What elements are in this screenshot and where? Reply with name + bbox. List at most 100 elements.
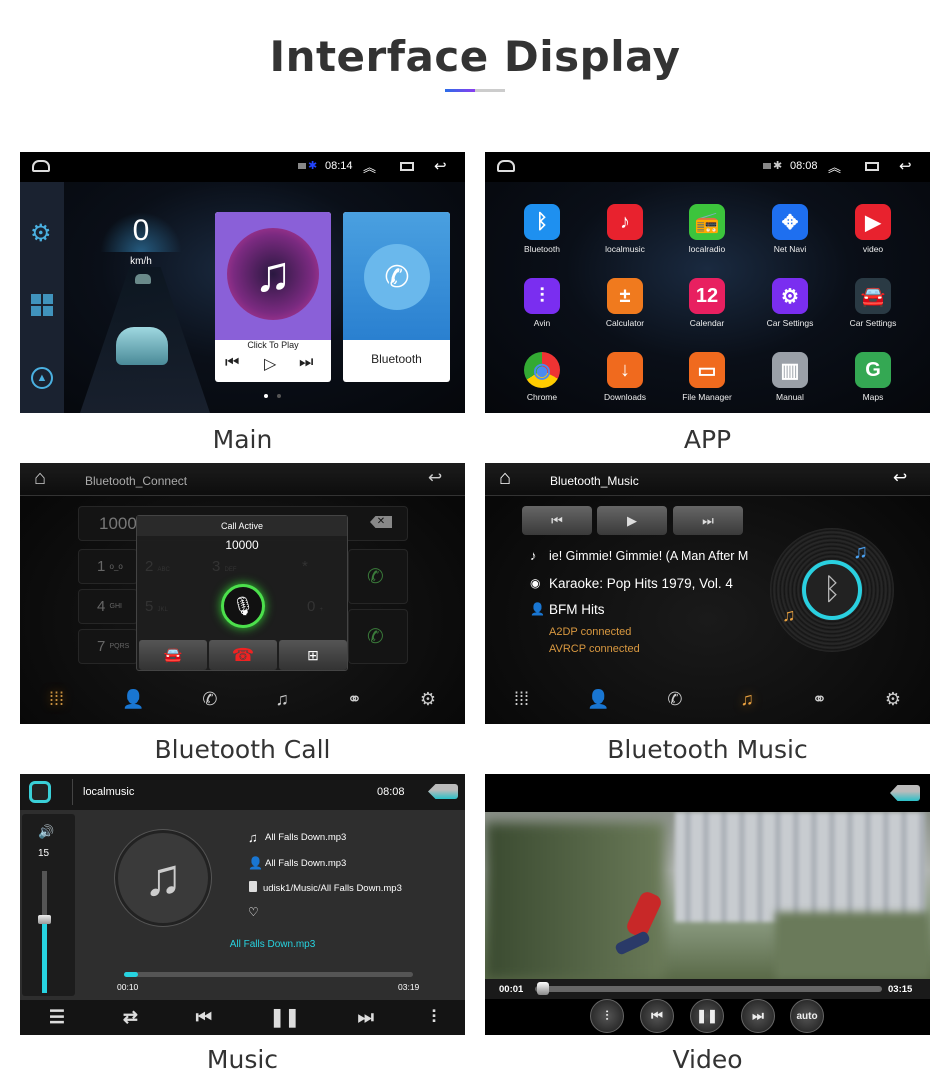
blue-note-icon: ♫ <box>853 541 868 563</box>
volume-fill <box>42 919 47 993</box>
dialpad-tab-icon[interactable]: ⁞⁞⁞ <box>49 689 64 710</box>
microphone-icon[interactable]: 🎙 <box>221 584 265 628</box>
previous-icon[interactable]: ⏮ <box>225 354 239 372</box>
navigation-icon[interactable]: ▲ <box>31 367 53 389</box>
play-icon[interactable]: ▷ <box>264 354 276 374</box>
repeat-icon[interactable]: ⇄ <box>123 1007 138 1028</box>
previous-button[interactable]: ⏮ <box>640 999 674 1033</box>
keypad-button[interactable]: ⊞ <box>279 640 347 670</box>
car-icon: 🚘 <box>855 278 891 314</box>
call-button[interactable]: ✆ <box>348 549 408 604</box>
next-icon[interactable]: ⏭ <box>358 1007 374 1028</box>
bluetooth-card[interactable]: ✆ Bluetooth <box>343 212 450 382</box>
back-icon[interactable]: ↩ <box>899 157 912 175</box>
call-log-tab-icon[interactable]: ✆ <box>202 689 217 710</box>
home-icon[interactable] <box>32 160 50 172</box>
album-art: ♫ <box>115 830 211 926</box>
key-4[interactable]: 4 GHI <box>78 589 138 624</box>
play-button[interactable]: ▶ <box>597 506 667 535</box>
artist-icon: 👤 <box>530 602 545 616</box>
volume-slider[interactable] <box>38 871 51 993</box>
back-icon[interactable]: ↩ <box>428 468 442 488</box>
playlist-icon[interactable]: ☰ <box>49 1007 65 1028</box>
app-downloads[interactable]: ↓ Downloads <box>585 352 665 402</box>
page-title: Interface Display <box>269 32 681 81</box>
gear-icon: ⚙ <box>772 278 808 314</box>
caption-music: Music <box>206 1045 279 1074</box>
previous-button[interactable]: ⏮ <box>522 506 592 535</box>
back-icon[interactable]: ↩ <box>434 157 447 175</box>
expand-icon[interactable]: ︽ <box>363 157 376 176</box>
call-log-tab-icon[interactable]: ✆ <box>667 689 682 710</box>
settings-tab-icon[interactable]: ⚙ <box>885 689 901 710</box>
header: ⌂ Bluetooth_Music ↩ <box>485 463 930 496</box>
app-localradio[interactable]: 📻 localradio <box>667 204 747 254</box>
music-tab-icon[interactable]: ♫ <box>275 689 289 710</box>
app-chrome[interactable]: ◉ Chrome <box>502 352 582 402</box>
auto-button[interactable]: auto <box>790 999 824 1033</box>
page-dot[interactable] <box>277 394 281 398</box>
album-icon: ◉ <box>530 576 541 590</box>
home-icon[interactable] <box>497 160 515 172</box>
link-tab-icon[interactable]: ⚭ <box>812 689 827 710</box>
volume-thumb[interactable] <box>38 914 51 924</box>
hang-up-button[interactable]: ☎ <box>209 640 277 670</box>
app-avin[interactable]: ⫶ Avin <box>502 278 582 328</box>
progress-bar[interactable] <box>124 972 413 977</box>
app-bluetooth[interactable]: ᛒ Bluetooth <box>502 204 582 254</box>
page-dot-active[interactable] <box>264 394 268 398</box>
home-icon[interactable]: ⌂ <box>34 467 46 490</box>
pause-icon[interactable]: ❚❚ <box>270 1007 300 1028</box>
app-localmusic[interactable]: ♪ localmusic <box>585 204 665 254</box>
equalizer-button[interactable]: ⫶ <box>590 999 624 1033</box>
seek-thumb[interactable] <box>536 982 549 995</box>
app-car-settings[interactable]: 🚘 Car Settings <box>833 278 913 328</box>
key-1[interactable]: 1 ᴏ_ᴏ <box>78 549 138 584</box>
back-icon[interactable]: ↩ <box>893 468 907 488</box>
artist-icon: 👤 <box>248 856 263 870</box>
call-number: 10000 <box>225 538 259 552</box>
song-icon: ♫ <box>248 830 258 845</box>
apps-grid-icon[interactable] <box>31 294 53 316</box>
favorite-heart-icon[interactable]: ♡ <box>248 905 259 919</box>
music-tab-icon[interactable]: ♫ <box>740 689 754 710</box>
pause-button[interactable]: ❚❚ <box>690 999 724 1033</box>
seek-bar[interactable] <box>535 982 882 995</box>
key-7[interactable]: 7 PQRS <box>78 629 138 664</box>
previous-icon[interactable]: ⏮ <box>196 1007 212 1028</box>
app-maps[interactable]: G Maps <box>833 352 913 402</box>
app-car-settings[interactable]: ⚙ Car Settings <box>750 278 830 328</box>
contacts-tab-icon[interactable]: 👤 <box>587 689 609 710</box>
contacts-tab-icon[interactable]: 👤 <box>122 689 144 710</box>
app-calendar[interactable]: 12 Calendar <box>667 278 747 328</box>
music-card[interactable]: ♫ Click To Play ⏮ ▷ ⏭ <box>215 212 331 382</box>
back-button[interactable] <box>428 784 458 799</box>
home-button[interactable] <box>29 781 51 803</box>
video-frame[interactable] <box>485 812 930 979</box>
app-video[interactable]: ▶ video <box>833 204 913 254</box>
equalizer-icon[interactable]: ⫶ <box>432 1007 437 1028</box>
app-calculator[interactable]: ± Calculator <box>585 278 665 328</box>
app-label: Downloads <box>603 392 647 402</box>
gear-icon[interactable]: ⚙ <box>30 219 52 248</box>
book-icon: ▥ <box>772 352 808 388</box>
recent-apps-icon[interactable] <box>400 162 414 171</box>
recent-apps-icon[interactable] <box>865 162 879 171</box>
dialpad-tab-icon[interactable]: ⁞⁞⁞ <box>514 689 529 710</box>
settings-tab-icon[interactable]: ⚙ <box>420 689 436 710</box>
expand-icon[interactable]: ︽ <box>828 157 841 176</box>
app-manual[interactable]: ▥ Manual <box>750 352 830 402</box>
next-button[interactable]: ⏭ <box>673 506 743 535</box>
next-button[interactable]: ⏭ <box>741 999 775 1033</box>
caption-app: APP <box>683 425 732 454</box>
home-icon[interactable]: ⌂ <box>499 467 511 490</box>
link-tab-icon[interactable]: ⚭ <box>347 689 362 710</box>
redial-button[interactable]: ✆ <box>348 609 408 664</box>
app-file-manager[interactable]: ▭ File Manager <box>667 352 747 402</box>
back-button[interactable] <box>890 785 920 801</box>
next-icon[interactable]: ⏭ <box>299 354 313 372</box>
car-audio-button[interactable]: 🚘 <box>139 640 207 670</box>
elapsed-time: 00:10 <box>117 982 139 992</box>
status-bar: ✱ 08:14 ︽ ↩ <box>20 152 465 182</box>
app-net-navi[interactable]: ✥ Net Navi <box>750 204 830 254</box>
